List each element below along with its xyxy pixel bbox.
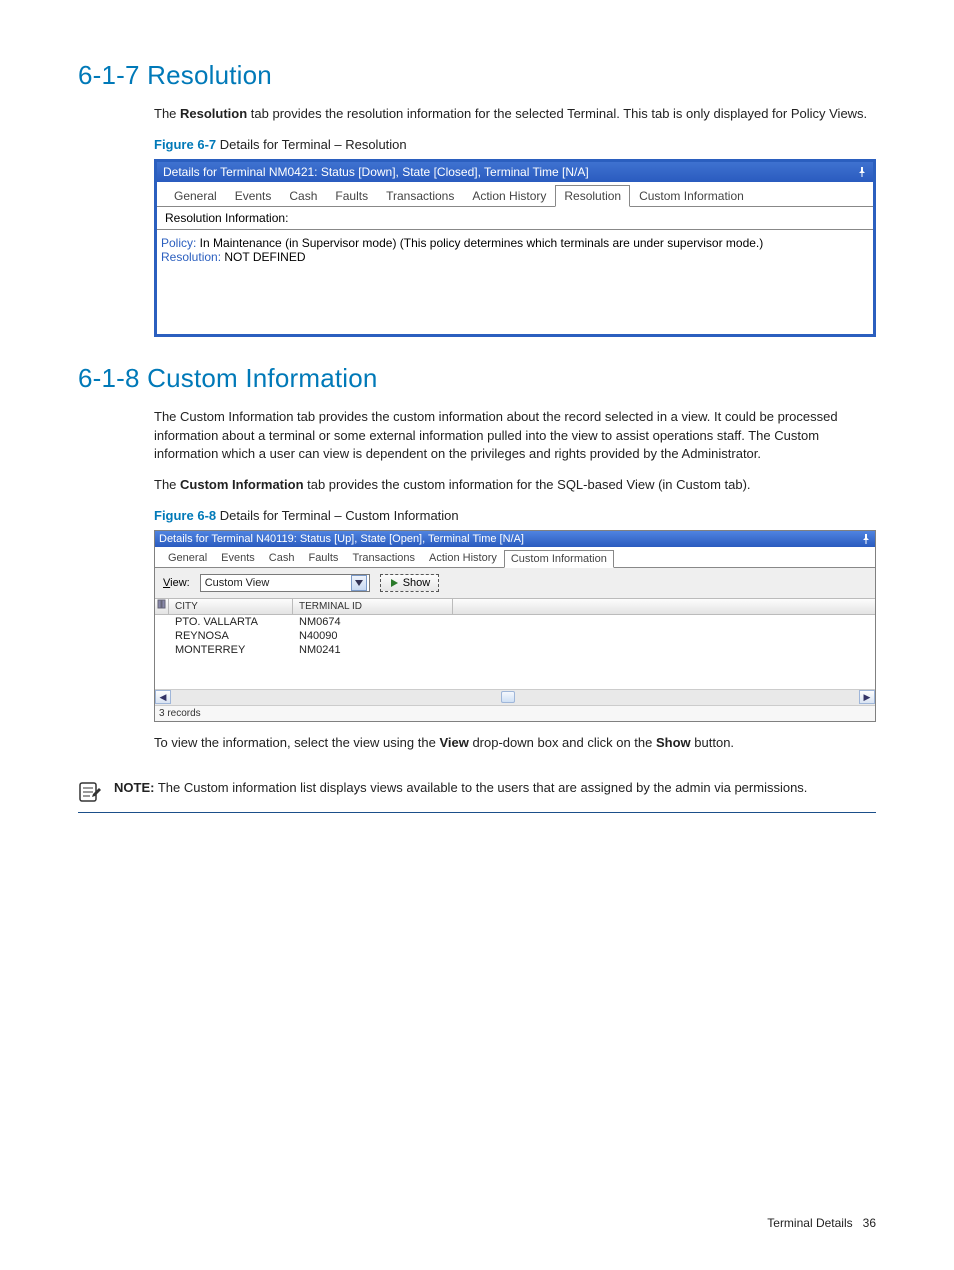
pin-icon[interactable]: [857, 167, 867, 177]
note-label: NOTE:: [114, 780, 154, 795]
chevron-down-icon[interactable]: [351, 575, 367, 591]
grid-body: PTO. VALLARTA NM0674 REYNOSA N40090 MONT…: [155, 615, 875, 689]
figure-label: Figure 6-8: [154, 508, 216, 523]
section-heading-custom-info: 6-1-8 Custom Information: [78, 363, 876, 394]
section-heading-resolution: 6-1-7 Resolution: [78, 60, 876, 91]
tab-faults[interactable]: Faults: [301, 549, 345, 567]
show-button-label: Show: [403, 577, 431, 589]
scroll-track[interactable]: [171, 690, 859, 704]
tab-transactions[interactable]: Transactions: [377, 185, 463, 206]
footer-label: Terminal Details: [767, 1216, 852, 1230]
cell-city: MONTERREY: [169, 643, 293, 657]
status-bar: 3 records: [155, 705, 875, 721]
text: drop-down box and click on the: [469, 735, 656, 750]
view-label: View:: [163, 577, 190, 589]
page-footer: Terminal Details 36: [767, 1216, 876, 1230]
text: To view the information, select the view…: [154, 735, 439, 750]
custom-info-para3: To view the information, select the view…: [154, 734, 876, 753]
footer-page-number: 36: [863, 1216, 876, 1230]
policy-value: In Maintenance (in Supervisor mode) (Thi…: [196, 236, 763, 250]
cell-city: REYNOSA: [169, 629, 293, 643]
resolution-value: NOT DEFINED: [221, 250, 305, 264]
table-row[interactable]: REYNOSA N40090: [155, 629, 875, 643]
text: The: [154, 477, 180, 492]
note-icon: [78, 781, 102, 806]
tab-action-history[interactable]: Action History: [422, 549, 504, 567]
column-header-terminal-id[interactable]: TERMINAL ID: [293, 599, 453, 614]
figure-caption-text: Details for Terminal – Resolution: [216, 137, 407, 152]
horizontal-scrollbar[interactable]: ◀ ▶: [155, 689, 875, 705]
custom-info-panel-titlebar: Details for Terminal N40119: Status [Up]…: [155, 531, 875, 547]
tab-faults[interactable]: Faults: [326, 185, 377, 206]
scroll-left-icon[interactable]: ◀: [155, 690, 171, 704]
tab-events[interactable]: Events: [214, 549, 262, 567]
cell-terminal-id: NM0241: [293, 643, 453, 657]
tab-cash[interactable]: Cash: [280, 185, 326, 206]
cell-terminal-id: N40090: [293, 629, 453, 643]
custom-info-tab-row: General Events Cash Faults Transactions …: [155, 547, 875, 567]
cell-terminal-id: NM0674: [293, 615, 453, 629]
text: button.: [691, 735, 734, 750]
tab-resolution[interactable]: Resolution: [555, 185, 630, 207]
column-header-city[interactable]: CITY: [169, 599, 293, 614]
cell-city: PTO. VALLARTA: [169, 615, 293, 629]
custom-info-para2: The Custom Information tab provides the …: [154, 476, 876, 495]
text-bold: Custom Information: [180, 477, 304, 492]
custom-info-panel: Details for Terminal N40119: Status [Up]…: [154, 530, 876, 722]
custom-info-toolbar: View: Custom View Show: [155, 567, 875, 598]
scroll-thumb[interactable]: [501, 691, 515, 703]
text: tab provides the resolution information …: [247, 106, 867, 121]
tab-general[interactable]: General: [161, 549, 214, 567]
custom-info-para1: The Custom Information tab provides the …: [154, 408, 876, 465]
policy-label: Policy:: [161, 236, 196, 250]
tab-transactions[interactable]: Transactions: [345, 549, 422, 567]
scroll-right-icon[interactable]: ▶: [859, 690, 875, 704]
dropdown-value: Custom View: [205, 577, 270, 589]
tab-events[interactable]: Events: [226, 185, 281, 206]
show-button[interactable]: Show: [380, 574, 440, 592]
resolution-tab-row: General Events Cash Faults Transactions …: [157, 182, 873, 206]
figure-6-8-caption: Figure 6-8 Details for Terminal – Custom…: [154, 507, 876, 526]
play-icon: [389, 578, 399, 588]
tab-general[interactable]: General: [165, 185, 226, 206]
resolution-content: Policy: In Maintenance (in Supervisor mo…: [157, 230, 873, 334]
resolution-panel-titlebar: Details for Terminal NM0421: Status [Dow…: [157, 162, 873, 182]
figure-label: Figure 6-7: [154, 137, 216, 152]
tab-custom-information[interactable]: Custom Information: [504, 550, 614, 568]
figure-6-7-caption: Figure 6-7 Details for Terminal – Resolu…: [154, 136, 876, 155]
tab-custom-information[interactable]: Custom Information: [630, 185, 753, 206]
text: tab provides the custom information for …: [304, 477, 751, 492]
tab-action-history[interactable]: Action History: [463, 185, 555, 206]
resolution-intro-para: The Resolution tab provides the resoluti…: [154, 105, 876, 124]
view-dropdown[interactable]: Custom View: [200, 574, 370, 592]
tab-cash[interactable]: Cash: [262, 549, 302, 567]
table-row[interactable]: PTO. VALLARTA NM0674: [155, 615, 875, 629]
resolution-panel: Details for Terminal NM0421: Status [Dow…: [154, 159, 876, 337]
resolution-label: Resolution:: [161, 250, 221, 264]
table-row[interactable]: MONTERREY NM0241: [155, 643, 875, 657]
figure-caption-text: Details for Terminal – Custom Informatio…: [216, 508, 459, 523]
note-body: The Custom information list displays vie…: [154, 780, 807, 795]
pin-icon[interactable]: [861, 534, 871, 544]
text: The: [154, 106, 180, 121]
text-bold: Show: [656, 735, 691, 750]
note-text: NOTE: The Custom information list displa…: [114, 779, 876, 798]
row-selector-header[interactable]: [155, 599, 169, 614]
panel-title-text: Details for Terminal NM0421: Status [Dow…: [163, 165, 589, 179]
resolution-info-header: Resolution Information:: [157, 206, 873, 230]
grid-header: CITY TERMINAL ID: [155, 598, 875, 615]
text-bold: View: [439, 735, 468, 750]
panel-title-text: Details for Terminal N40119: Status [Up]…: [159, 533, 524, 545]
text-bold: Resolution: [180, 106, 247, 121]
